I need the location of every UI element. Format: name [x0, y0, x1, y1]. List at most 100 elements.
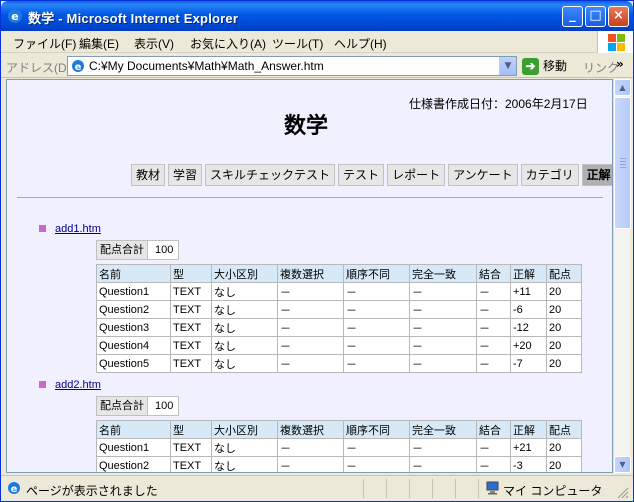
- cell-answer: -3: [510, 456, 547, 472]
- resize-grip-icon[interactable]: [615, 485, 629, 499]
- col-unordered: 順序不同: [343, 264, 410, 283]
- cell-points: 20: [546, 336, 582, 355]
- svg-text:e: e: [75, 62, 82, 73]
- tab-study[interactable]: 学習: [168, 164, 203, 186]
- cell-join: －: [476, 354, 511, 373]
- col-unordered: 順序不同: [343, 420, 410, 439]
- table-row: Question2 TEXT なし － － － － -6 20: [96, 300, 582, 319]
- cell-answer: -12: [510, 318, 547, 337]
- scroll-up-icon[interactable]: ▲: [614, 79, 631, 96]
- close-button[interactable]: ×: [608, 6, 629, 27]
- cell-exact-match: －: [409, 438, 477, 457]
- cell-answer: -7: [510, 354, 547, 373]
- cell-answer: +21: [510, 438, 547, 457]
- svg-text:e: e: [11, 10, 18, 23]
- score-total-box: 配点合計 100: [96, 396, 180, 416]
- cell-join: －: [476, 336, 511, 355]
- menu-view[interactable]: 表示(V): [134, 35, 174, 52]
- cell-unordered: －: [343, 336, 410, 355]
- cell-multi-select: －: [277, 354, 344, 373]
- cell-exact-match: －: [409, 282, 477, 301]
- col-exact-match: 完全一致: [409, 420, 477, 439]
- tab-answers[interactable]: 正解: [581, 164, 612, 186]
- tab-test[interactable]: テスト: [338, 164, 385, 186]
- cell-points: 20: [546, 354, 582, 373]
- col-type: 型: [170, 264, 212, 283]
- cell-points: 20: [546, 318, 582, 337]
- cell-name: Question2: [96, 300, 171, 319]
- col-points: 配点: [546, 264, 582, 283]
- cell-answer: -6: [510, 300, 547, 319]
- bullet-icon: [39, 225, 46, 232]
- table-row: Question1 TEXT なし － － － － +21 20: [96, 438, 582, 457]
- address-label: アドレス(D): [6, 61, 71, 75]
- status-divider: [363, 479, 364, 498]
- cell-type: TEXT: [170, 354, 212, 373]
- cell-answer: +20: [510, 336, 547, 355]
- col-case-sensitive: 大小区別: [211, 264, 278, 283]
- tab-skill-check-test[interactable]: スキルチェックテスト: [205, 164, 336, 186]
- menu-edit[interactable]: 編集(E): [79, 35, 119, 52]
- address-dropdown-icon[interactable]: ▼: [499, 57, 516, 75]
- status-divider: [455, 479, 456, 498]
- cell-multi-select: －: [277, 336, 344, 355]
- cell-join: －: [476, 300, 511, 319]
- nav-tabs: 教材 学習 スキルチェックテスト テスト レポート アンケート カテゴリ 正解: [131, 164, 612, 186]
- cell-unordered: －: [343, 438, 410, 457]
- maximize-button[interactable]: □: [585, 6, 606, 27]
- vertical-scrollbar[interactable]: ▲ ▼: [613, 79, 631, 473]
- cell-name: Question3: [96, 318, 171, 337]
- cell-name: Question1: [96, 438, 171, 457]
- links-label[interactable]: リンク: [583, 59, 619, 76]
- cell-case-sensitive: なし: [211, 336, 278, 355]
- scroll-down-icon[interactable]: ▼: [614, 456, 631, 473]
- file-link-add2[interactable]: add2.htm: [55, 379, 101, 391]
- cell-multi-select: －: [277, 300, 344, 319]
- cell-case-sensitive: なし: [211, 438, 278, 457]
- page-done-icon: e: [8, 482, 20, 495]
- go-button[interactable]: ➔ 移動: [522, 57, 568, 76]
- links-more-icon[interactable]: »: [616, 57, 624, 71]
- window-title: 数学 - Microsoft Internet Explorer: [28, 11, 239, 26]
- menu-favorites[interactable]: お気に入り(A): [190, 35, 266, 52]
- menu-file[interactable]: ファイル(F): [13, 35, 76, 52]
- cell-unordered: －: [343, 318, 410, 337]
- minimize-button[interactable]: _: [562, 6, 583, 27]
- cell-points: 20: [546, 300, 582, 319]
- go-label: 移動: [543, 59, 568, 73]
- cell-points: 20: [546, 438, 582, 457]
- address-input[interactable]: e C:¥My Documents¥Math¥Math_Answer.htm ▼: [67, 56, 517, 76]
- cell-type: TEXT: [170, 282, 212, 301]
- tab-report[interactable]: レポート: [387, 164, 446, 186]
- cell-case-sensitive: なし: [211, 354, 278, 373]
- table-row: Question3 TEXT なし － － － － -12 20: [96, 318, 582, 337]
- svg-text:e: e: [11, 484, 18, 495]
- cell-points: 20: [546, 282, 582, 301]
- windows-logo-icon: [597, 31, 633, 53]
- status-divider: [478, 479, 479, 498]
- title-bar[interactable]: e 数学 - Microsoft Internet Explorer _ □ ×: [1, 1, 633, 31]
- bullet-icon: [39, 381, 46, 388]
- divider: [17, 197, 603, 198]
- menu-help[interactable]: ヘルプ(H): [334, 35, 387, 52]
- tab-materials[interactable]: 教材: [131, 164, 166, 186]
- tab-survey[interactable]: アンケート: [448, 164, 518, 186]
- cell-unordered: －: [343, 456, 410, 472]
- cell-points: 20: [546, 456, 582, 472]
- col-join: 結合: [476, 420, 511, 439]
- cell-type: TEXT: [170, 336, 212, 355]
- cell-unordered: －: [343, 354, 410, 373]
- go-arrow-icon: ➔: [522, 58, 539, 76]
- col-points: 配点: [546, 420, 582, 439]
- menu-tools[interactable]: ツール(T): [272, 35, 323, 52]
- scroll-thumb[interactable]: [614, 97, 631, 229]
- cell-answer: +11: [510, 282, 547, 301]
- file-link-add1[interactable]: add1.htm: [55, 223, 101, 235]
- cell-exact-match: －: [409, 456, 477, 472]
- col-multi-select: 複数選択: [277, 420, 344, 439]
- tab-category[interactable]: カテゴリ: [520, 164, 579, 186]
- grip-line: [620, 164, 626, 165]
- zone-label: マイ コンピュータ: [503, 484, 603, 498]
- menu-bar: ファイル(F) 編集(E) 表示(V) お気に入り(A) ツール(T) ヘルプ(…: [1, 31, 633, 53]
- cell-exact-match: －: [409, 354, 477, 373]
